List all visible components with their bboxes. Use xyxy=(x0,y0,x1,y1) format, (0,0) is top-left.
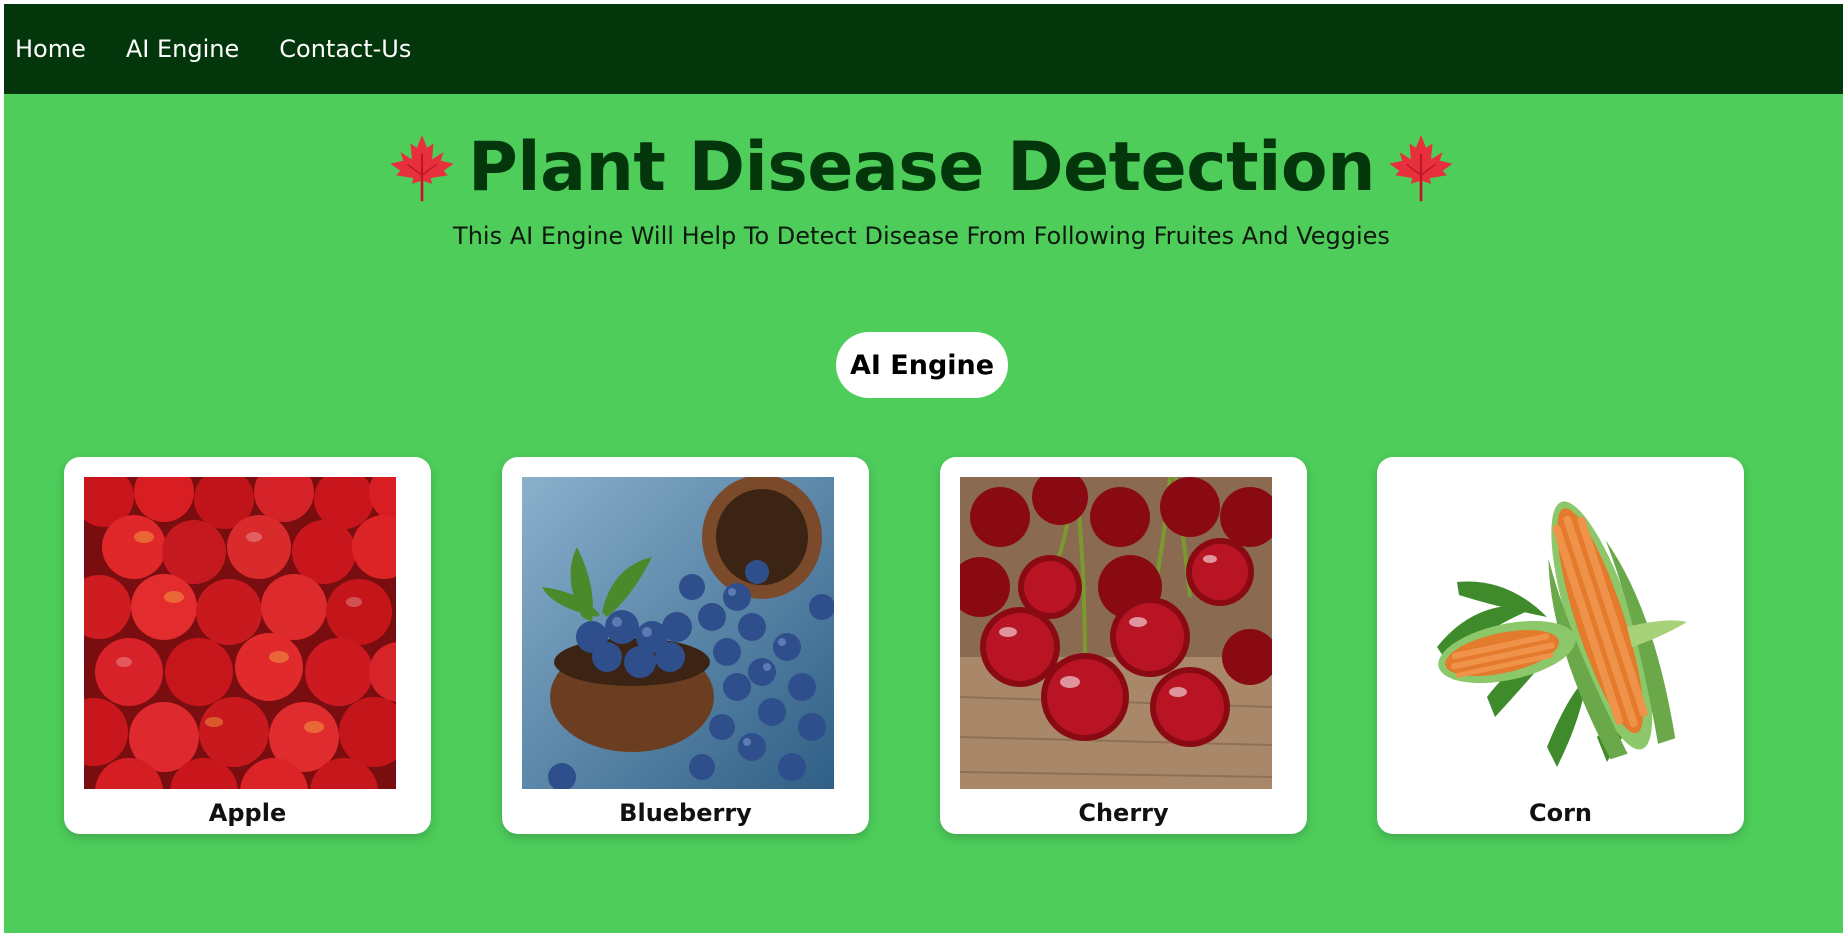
maple-leaf-icon xyxy=(386,132,458,204)
card-label: Cherry xyxy=(1078,799,1169,827)
card-label: Apple xyxy=(208,799,287,827)
blueberry-photo xyxy=(522,477,834,789)
ai-engine-button[interactable]: AI Engine xyxy=(836,332,1008,398)
card-label: Blueberry xyxy=(619,799,752,827)
corn-photo xyxy=(1397,477,1709,789)
apple-photo xyxy=(84,477,396,789)
card-apple[interactable]: Apple xyxy=(64,457,431,834)
cherry-photo xyxy=(960,477,1272,789)
page-title: Plant Disease Detection xyxy=(467,128,1376,207)
hero-title-row: Plant Disease Detection xyxy=(0,128,1843,207)
nav-contact-us-link[interactable]: Contact-Us xyxy=(279,35,411,63)
card-corn[interactable]: Corn xyxy=(1377,457,1744,834)
top-navbar: Home AI Engine Contact-Us xyxy=(4,4,1843,94)
card-cherry[interactable]: Cherry xyxy=(940,457,1307,834)
card-label: Corn xyxy=(1528,799,1593,827)
page-subtitle: This AI Engine Will Help To Detect Disea… xyxy=(453,222,1390,250)
maple-leaf-icon xyxy=(1385,132,1457,204)
card-blueberry[interactable]: Blueberry xyxy=(502,457,869,834)
nav-ai-engine-link[interactable]: AI Engine xyxy=(126,35,239,63)
nav-home-link[interactable]: Home xyxy=(15,35,86,63)
